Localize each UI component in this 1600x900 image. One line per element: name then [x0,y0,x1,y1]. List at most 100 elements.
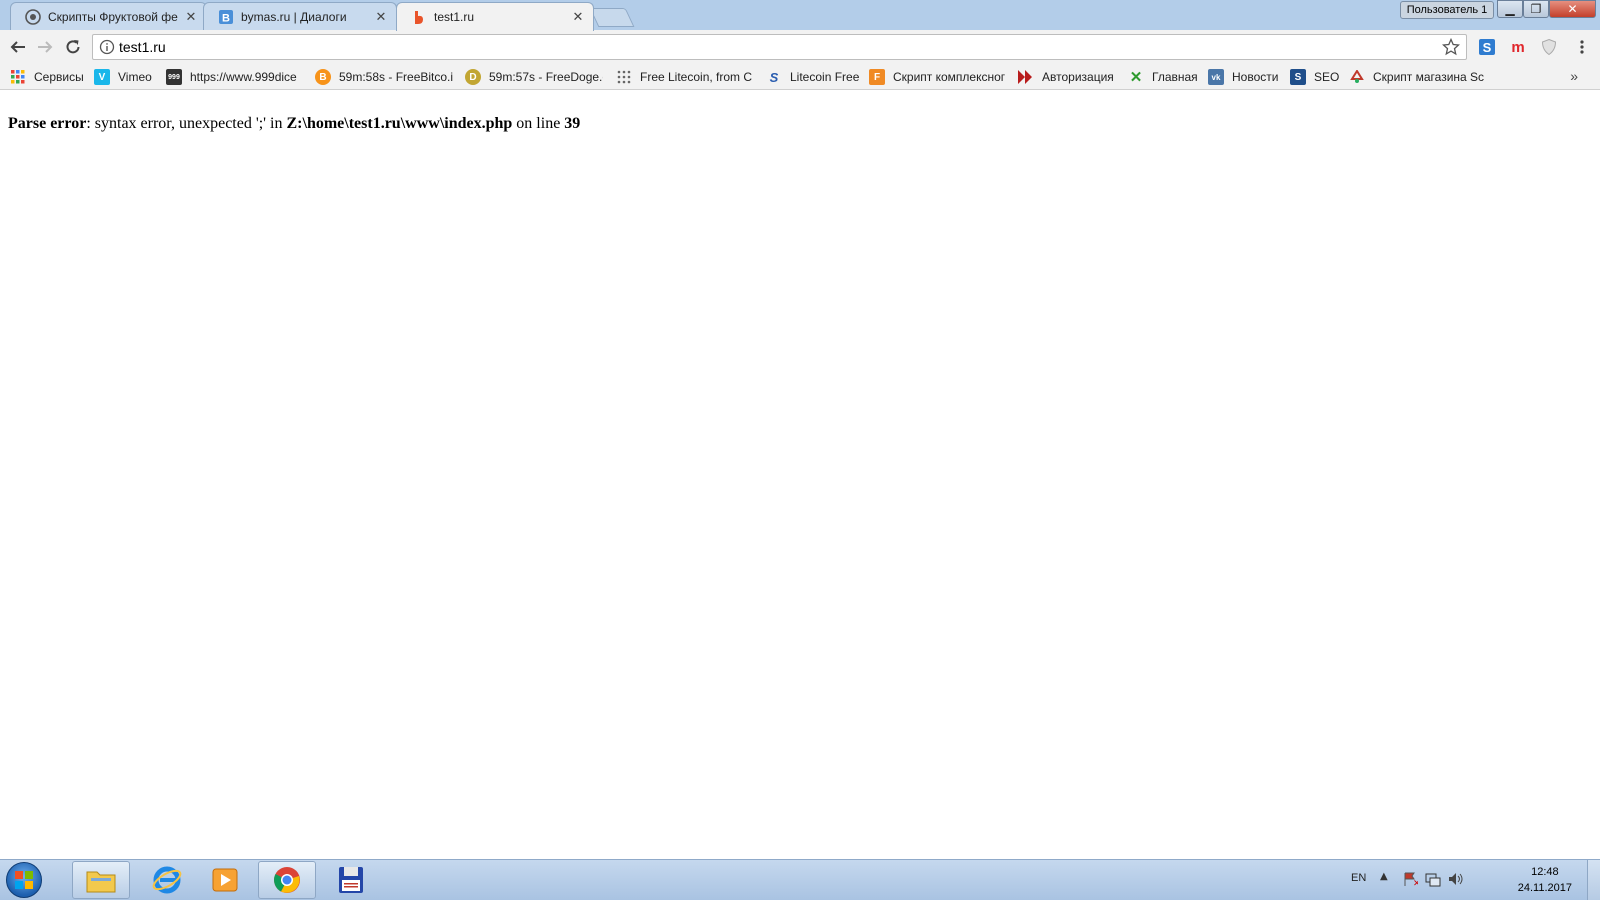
tab-strip: Скрипты Фруктовой фе ✕ B bymas.ru | Диал… [0,0,1600,31]
svg-text:B: B [222,12,230,24]
bookmark-label: Free Litecoin, from Cr [640,70,752,84]
tab-bymas-dialogs[interactable]: B bymas.ru | Диалоги ✕ [203,2,397,30]
bookmark-label: Авторизация [1042,70,1114,84]
chrome-icon [274,867,300,893]
tab-title: test1.ru [434,10,475,24]
recycle-icon [1349,69,1365,85]
taskbar-chrome[interactable] [258,861,316,899]
clock-date: 24.11.2017 [1517,882,1572,894]
volume-icon[interactable] [1448,871,1464,891]
bookmark-authorization[interactable]: Авторизация [1018,68,1118,86]
error-label: Parse error [8,115,87,132]
restore-icon: ❐ [1530,2,1542,16]
close-tab-icon[interactable]: ✕ [571,9,585,24]
bookmark-freebitco[interactable]: B 59m:58s - FreeBitco.i [315,68,453,86]
bookmark-free-litecoin[interactable]: Free Litecoin, from Cr [616,68,752,86]
reload-button[interactable] [61,35,85,59]
bookmark-services[interactable]: Сервисы [10,68,88,86]
forward-arrow-icon [38,41,53,53]
bookmark-label: Litecoin Free [790,70,860,84]
profile-button[interactable]: Пользователь 1 [1400,1,1494,19]
show-desktop-button[interactable] [1587,860,1600,900]
system-tray: EN ▲ ✕ 12:48 24.11.2017 [1330,860,1600,900]
close-icon: ✕ [1567,2,1578,16]
bitcoin-icon: B [315,69,331,85]
tab-fruit-scripts[interactable]: Скрипты Фруктовой фе ✕ [10,2,207,30]
kebab-menu-icon [1580,40,1584,54]
vk-icon: vk [1208,69,1224,85]
windows-logo-icon [15,871,33,889]
shield-icon [1541,38,1557,56]
bookmark-label: Новости [1232,70,1279,84]
bookmark-label: 59m:58s - FreeBitco.i [339,70,453,84]
minimize-button[interactable]: ▁ [1497,0,1523,18]
error-file-path: Z:\home\test1.ru\www\index.php [286,115,513,132]
action-center-flag-icon[interactable]: ✕ [1402,871,1421,891]
bookmark-label: Скрипт магазина Scr [1373,70,1484,84]
bookmark-home[interactable]: ✕ Главная [1128,68,1202,86]
bookmark-star-icon[interactable] [1441,37,1461,56]
taskbar-internet-explorer[interactable] [138,861,196,899]
reload-icon [66,40,80,54]
minimize-icon: ▁ [1505,2,1515,16]
bookmark-vimeo[interactable]: V Vimeo [94,68,156,86]
chrome-extension-icon [25,8,41,25]
tab-test1[interactable]: test1.ru ✕ [396,2,594,31]
bookmark-shop-script[interactable]: Скрипт магазина Scr [1349,68,1484,86]
windows-taskbar: EN ▲ ✕ 12:48 24.11.2017 [0,859,1600,900]
extension-s-button[interactable]: S [1475,35,1499,59]
bookmark-seo[interactable]: S SEO [1290,68,1340,86]
svg-text:✕: ✕ [1413,879,1418,887]
bookmark-complex-script[interactable]: F Скрипт комплексног [869,68,1007,86]
show-hidden-icons-icon[interactable]: ▲ [1380,871,1388,882]
browser-toolbar: S m [0,30,1600,64]
dots-grid-icon [616,69,632,85]
extension-m-icon: m [1511,39,1524,56]
start-button[interactable] [6,862,42,898]
url-input[interactable] [119,35,1419,59]
php-parse-error: Parse error: syntax error, unexpected ';… [8,115,580,133]
taskbar-clock[interactable]: 12:48 24.11.2017 [1518,864,1572,896]
clock-time: 12:48 [1531,866,1559,878]
apps-grid-icon [10,69,26,85]
close-tab-icon[interactable]: ✕ [184,9,198,24]
window-close-button[interactable]: ✕ [1549,0,1596,18]
new-tab-button[interactable] [589,8,635,27]
tab-title: Скрипты Фруктовой фе [48,9,178,24]
address-bar[interactable] [92,34,1467,60]
seo-s-icon: S [1290,69,1306,85]
taskbar-media-player[interactable] [196,861,254,899]
bookmark-999dice[interactable]: 999 https://www.999dice [166,68,302,86]
red-chevrons-icon [1018,69,1034,85]
close-tab-icon[interactable]: ✕ [374,9,388,24]
extension-shield-button[interactable] [1537,35,1561,59]
language-indicator[interactable]: EN [1351,872,1366,884]
bookmark-litecoin-free[interactable]: S Litecoin Free [766,68,860,86]
bookmarks-bar: Сервисы V Vimeo 999 https://www.999dice … [0,64,1600,90]
extension-s-icon: S [1479,39,1495,55]
menu-button[interactable] [1570,35,1594,59]
restore-button[interactable]: ❐ [1523,0,1549,18]
bookmark-label: https://www.999dice [190,70,297,84]
page-content: Parse error: syntax error, unexpected ';… [0,90,1600,859]
bookmark-label: Скрипт комплексног [893,70,1006,84]
bookmark-freedoge[interactable]: D 59m:57s - FreeDoge.c [465,68,603,86]
f-orange-icon: F [869,69,885,85]
999dice-icon: 999 [166,69,182,85]
litecoin-s-icon: S [769,69,779,85]
svg-text:S: S [1483,40,1492,55]
taskbar-floppy-app[interactable] [322,861,380,899]
forward-button[interactable] [33,35,57,59]
network-icon[interactable] [1425,871,1441,891]
bookmark-label: Vimeo [118,70,152,84]
info-icon[interactable] [99,39,115,55]
back-button[interactable] [6,35,30,59]
bookmarks-overflow-icon[interactable]: » [1570,68,1578,84]
green-x-icon: ✕ [1129,69,1143,86]
bookmark-label: Сервисы [34,70,84,84]
error-line-number: 39 [564,115,581,132]
taskbar-explorer[interactable] [72,861,130,899]
extension-m-button[interactable]: m [1506,35,1530,59]
bookmark-news[interactable]: vk Новости [1208,68,1282,86]
bookmark-label: Главная [1152,70,1198,84]
